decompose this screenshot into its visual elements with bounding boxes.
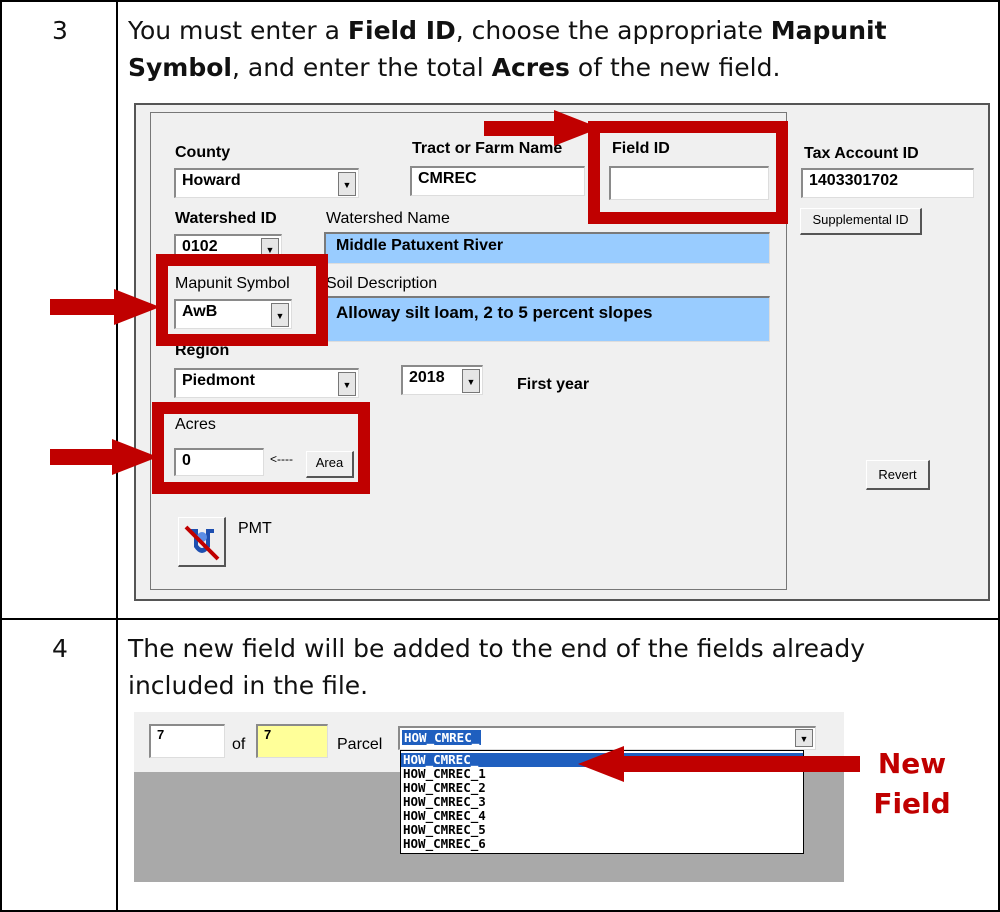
chevron-down-icon[interactable]: ▼	[338, 172, 356, 196]
pmt-tool-icon	[184, 525, 220, 561]
acres-arrow-head	[112, 439, 158, 475]
list-item[interactable]: HOW_CMREC_3	[401, 795, 803, 809]
mapunit-arrow-head	[114, 289, 160, 325]
of-label: of	[232, 736, 246, 753]
tract-input[interactable]: CMREC	[410, 166, 585, 196]
list-item[interactable]: HOW_CMREC_6	[401, 837, 803, 851]
region-select[interactable]: Piedmont ▼	[174, 368, 359, 398]
county-select[interactable]: Howard ▼	[174, 168, 359, 198]
table-row-divider	[0, 618, 1000, 620]
acres-arrow-shaft	[50, 449, 114, 465]
step-number: 3	[52, 16, 68, 45]
tract-label: Tract or Farm Name	[412, 140, 563, 157]
parcel-label: Parcel	[337, 736, 383, 753]
step-number: 4	[52, 634, 68, 663]
record-total-input[interactable]: 7	[256, 724, 328, 758]
acres-highlight	[152, 402, 370, 494]
supplemental-id-button[interactable]: Supplemental ID	[800, 208, 922, 235]
watershed-id-label: Watershed ID	[175, 210, 277, 227]
pmt-button[interactable]	[178, 517, 226, 567]
step-instruction: You must enter a Field ID, choose the ap…	[128, 16, 887, 82]
soil-description-field: Alloway silt loam, 2 to 5 percent slopes	[324, 296, 770, 342]
table-border-top	[0, 0, 1000, 2]
watershed-name-field: Middle Patuxent River	[324, 232, 770, 264]
tax-account-label: Tax Account ID	[804, 145, 919, 162]
new-field-arrow-head	[578, 746, 624, 782]
watershed-name-label: Watershed Name	[326, 210, 450, 227]
new-field-callout: New Field	[873, 747, 951, 820]
mapunit-highlight	[156, 254, 328, 346]
step-instruction: The new field will be added to the end o…	[128, 634, 865, 700]
chevron-down-icon[interactable]: ▼	[462, 369, 480, 393]
first-year-label: First year	[517, 376, 590, 393]
record-index-input[interactable]: 7	[149, 724, 225, 758]
table-border-left	[0, 0, 2, 912]
field-id-arrow-head	[554, 110, 600, 146]
list-item[interactable]: HOW_CMREC_2	[401, 781, 803, 795]
revert-button[interactable]: Revert	[866, 460, 930, 490]
tax-account-input[interactable]: 1403301702	[801, 168, 974, 198]
soil-description-label: Soil Description	[326, 275, 438, 292]
pmt-label: PMT	[238, 520, 272, 537]
county-label: County	[175, 144, 231, 161]
year-select[interactable]: 2018 ▼	[401, 365, 483, 395]
chevron-down-icon[interactable]: ▼	[795, 729, 813, 747]
list-item[interactable]: HOW_CMREC_4	[401, 809, 803, 823]
mapunit-arrow-shaft	[50, 299, 116, 315]
chevron-down-icon[interactable]: ▼	[338, 372, 356, 396]
field-id-highlight	[588, 121, 788, 224]
list-item[interactable]: HOW_CMREC_5	[401, 823, 803, 837]
field-id-arrow-shaft	[484, 121, 556, 136]
new-field-arrow-shaft	[622, 756, 860, 772]
